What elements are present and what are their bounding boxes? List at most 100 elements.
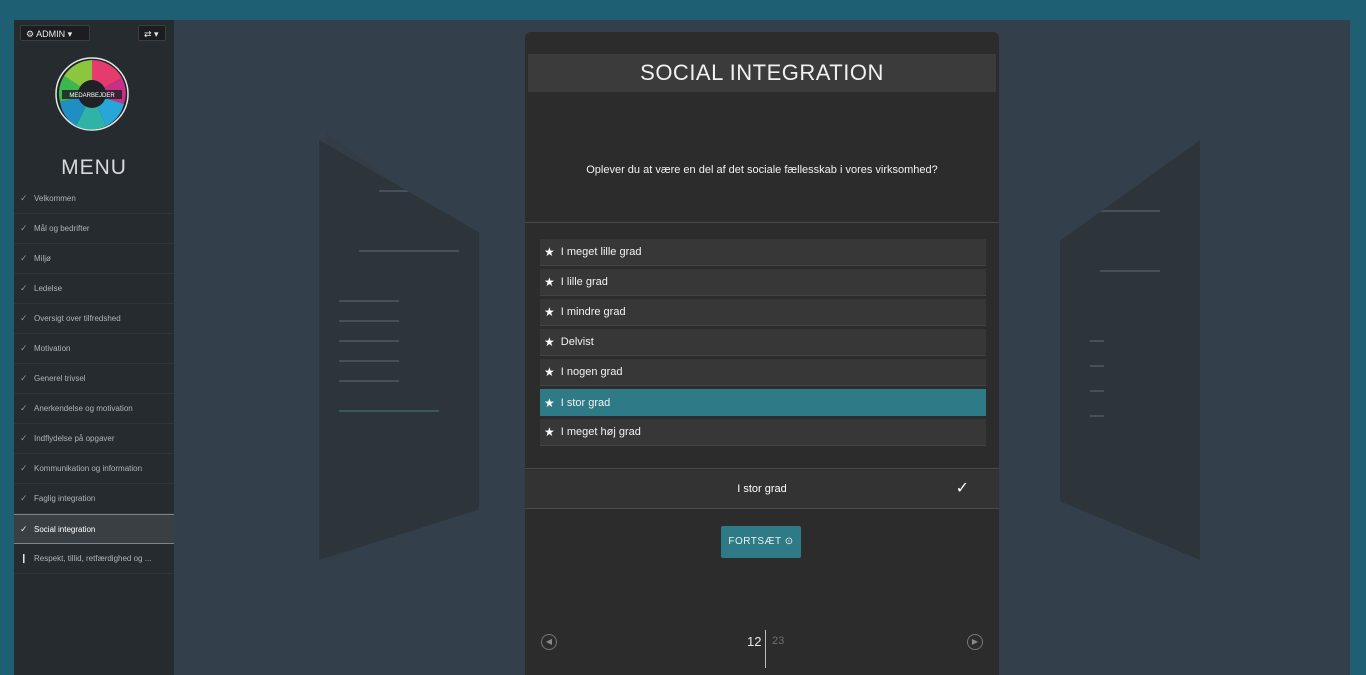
- question-card: SOCIAL INTEGRATION Oplever du at være en…: [525, 32, 999, 675]
- selected-answer-text: I stor grad: [737, 483, 787, 495]
- continue-button[interactable]: FORTSÆT ⊙: [721, 526, 801, 558]
- checkmark-icon: ✓: [955, 480, 969, 497]
- menu-list: ✓ Velkommen ✓ Mål og bedrifter ✓ Miljø ✓…: [14, 184, 174, 574]
- menu-item-label: Velkommen: [34, 194, 76, 203]
- star-icon: ★: [544, 275, 555, 289]
- app-frame: ⚙ ADMIN ▾ ⇄ ▾ MEDARBEJDER MENU ✓ Velkomm…: [14, 20, 1350, 675]
- answer-option[interactable]: ★ I lille grad: [540, 269, 986, 296]
- page-separator: [765, 630, 766, 668]
- next-card[interactable]: [1060, 140, 1200, 560]
- gear-icon: ⚙: [26, 29, 35, 39]
- menu-item-anerkendelse[interactable]: ✓ Anerkendelse og motivation: [14, 394, 174, 424]
- menu-item-label: Faglig integration: [34, 494, 96, 503]
- ghost-selected-line: [339, 410, 439, 412]
- menu-item-ledelse[interactable]: ✓ Ledelse: [14, 274, 174, 304]
- check-icon: ✓: [20, 223, 28, 233]
- answer-option[interactable]: ★ I mindre grad: [540, 299, 986, 326]
- next-arrow-icon[interactable]: ▶: [967, 634, 983, 650]
- ghost-option-line: [1090, 390, 1104, 392]
- menu-item-label: Miljø: [34, 254, 51, 263]
- company-logo: MEDARBEJDER: [55, 57, 129, 131]
- page-total: 23: [772, 635, 785, 647]
- star-icon: ★: [544, 245, 555, 259]
- answer-options: ★ I meget lille grad ★ I lille grad ★ I …: [540, 239, 986, 449]
- admin-label: ADMIN ▾: [36, 29, 73, 39]
- menu-item-label: Ledelse: [34, 284, 63, 293]
- check-icon: ✓: [20, 523, 28, 534]
- menu-item-maal[interactable]: ✓ Mål og bedrifter: [14, 214, 174, 244]
- answer-option[interactable]: ★ Delvist: [540, 329, 986, 356]
- check-icon: ✓: [20, 433, 28, 443]
- option-label: I stor grad: [560, 396, 611, 409]
- sidebar: ⚙ ADMIN ▾ ⇄ ▾ MEDARBEJDER MENU ✓ Velkomm…: [14, 20, 174, 675]
- menu-item-social-integration[interactable]: ✓ Social integration: [14, 514, 174, 544]
- check-icon: ✓: [20, 193, 28, 203]
- ghost-title-line: [379, 190, 449, 192]
- option-label: I nogen grad: [560, 366, 623, 378]
- check-icon: ✓: [20, 343, 28, 353]
- previous-card[interactable]: [319, 140, 479, 560]
- ghost-option-line: [339, 320, 399, 322]
- ghost-option-line: [339, 300, 399, 302]
- ghost-option-line: [339, 340, 399, 342]
- menu-item-label: Mål og bedrifter: [34, 224, 90, 233]
- option-label: Delvist: [560, 336, 594, 348]
- option-label: I lille grad: [560, 276, 608, 288]
- menu-item-label: Respekt, tillid, retfærdighed og ...: [34, 554, 152, 563]
- menu-item-label: Generel trivsel: [34, 374, 86, 383]
- check-icon: ✓: [20, 403, 28, 413]
- option-label: I mindre grad: [560, 306, 626, 318]
- selected-answer-bar: I stor grad ✓: [525, 470, 999, 509]
- page-current: 12: [747, 634, 762, 649]
- menu-item-label: Oversigt over tilfredshed: [34, 314, 121, 323]
- answer-option-selected[interactable]: ★ I stor grad: [540, 389, 986, 416]
- star-icon: ★: [544, 425, 555, 439]
- answer-option[interactable]: ★ I meget lille grad: [540, 239, 986, 266]
- menu-item-label: Social integration: [34, 524, 96, 534]
- check-icon: ✓: [20, 493, 28, 503]
- ghost-option-line: [1090, 415, 1104, 417]
- logo-text: MEDARBEJDER: [69, 93, 115, 99]
- check-icon: ✓: [20, 283, 28, 293]
- star-icon: ★: [544, 305, 555, 319]
- current-marker-icon: ❙: [20, 553, 28, 563]
- menu-item-label: Indflydelse på opgaver: [34, 434, 115, 443]
- check-icon: ✓: [20, 463, 28, 473]
- menu-item-velkommen[interactable]: ✓ Velkommen: [14, 184, 174, 214]
- ghost-option-line: [339, 380, 399, 382]
- ghost-title-line: [1090, 210, 1160, 212]
- ghost-option-line: [1090, 340, 1104, 342]
- divider: [525, 222, 999, 223]
- menu-item-motivation[interactable]: ✓ Motivation: [14, 334, 174, 364]
- switch-dropdown-button[interactable]: ⇄ ▾: [138, 25, 166, 41]
- ghost-question-line: [359, 250, 459, 252]
- menu-item-generel-trivsel[interactable]: ✓ Generel trivsel: [14, 364, 174, 394]
- option-label: I meget lille grad: [560, 246, 642, 258]
- answer-option[interactable]: ★ I meget høj grad: [540, 419, 986, 446]
- menu-item-label: Anerkendelse og motivation: [34, 404, 133, 413]
- menu-item-tilfredshed[interactable]: ✓ Oversigt over tilfredshed: [14, 304, 174, 334]
- menu-item-kommunikation[interactable]: ✓ Kommunikation og information: [14, 454, 174, 484]
- menu-item-indflydelse[interactable]: ✓ Indflydelse på opgaver: [14, 424, 174, 454]
- menu-item-respekt[interactable]: ❙ Respekt, tillid, retfærdighed og ...: [14, 544, 174, 574]
- check-icon: ✓: [20, 313, 28, 323]
- option-label: I meget høj grad: [560, 426, 641, 438]
- admin-dropdown-button[interactable]: ⚙ ADMIN ▾: [20, 25, 90, 41]
- menu-item-miljoe[interactable]: ✓ Miljø: [14, 244, 174, 274]
- star-icon: ★: [544, 365, 555, 379]
- menu-title: MENU: [61, 156, 127, 179]
- ghost-question-line: [1100, 270, 1160, 272]
- divider: [525, 468, 999, 469]
- answer-option[interactable]: ★ I nogen grad: [540, 359, 986, 386]
- previous-arrow-icon[interactable]: ◀: [541, 634, 557, 650]
- question-text: Oplever du at være en del af det sociale…: [586, 164, 938, 176]
- card-title: SOCIAL INTEGRATION: [528, 54, 996, 92]
- ghost-option-line: [1090, 365, 1104, 367]
- check-icon: ✓: [20, 373, 28, 383]
- menu-item-label: Kommunikation og information: [34, 464, 143, 473]
- menu-item-faglig-integration[interactable]: ✓ Faglig integration: [14, 484, 174, 514]
- menu-item-label: Motivation: [34, 344, 71, 353]
- check-icon: ✓: [20, 253, 28, 263]
- star-icon: ★: [544, 335, 555, 349]
- star-icon: ★: [544, 395, 555, 410]
